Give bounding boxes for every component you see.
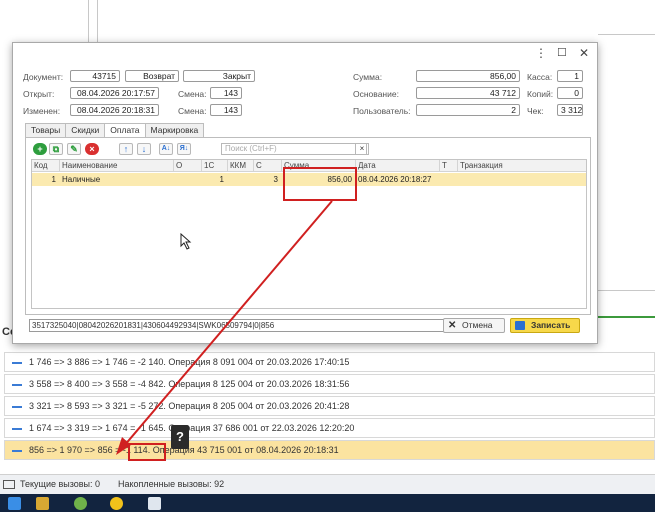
cell-date: 08.04.2026 20:18:27 bbox=[358, 175, 432, 184]
app-icon[interactable] bbox=[36, 497, 49, 510]
document-state-field[interactable]: Закрыт bbox=[183, 70, 255, 82]
tab-bar: Товары Скидки Оплата Маркировка bbox=[25, 123, 205, 138]
dash-icon bbox=[12, 362, 22, 364]
onec-app-icon[interactable] bbox=[110, 497, 123, 510]
search-input[interactable]: Поиск (Ctrl+F) bbox=[221, 143, 367, 155]
column-header[interactable]: Дата bbox=[356, 160, 440, 172]
cashbox-field[interactable]: 1 bbox=[557, 70, 583, 82]
changed-label: Изменен: bbox=[23, 106, 61, 116]
tab-goods[interactable]: Товары bbox=[25, 123, 67, 137]
delete-icon[interactable]: × bbox=[85, 143, 99, 155]
cell-name: Наличные bbox=[62, 175, 101, 184]
opened-shift-field[interactable]: 143 bbox=[210, 87, 242, 99]
tab-payment[interactable]: Оплата bbox=[104, 123, 146, 138]
dash-icon bbox=[12, 450, 22, 452]
background-divider bbox=[598, 290, 655, 291]
save-icon bbox=[515, 321, 525, 330]
background-divider bbox=[97, 0, 98, 42]
move-up-icon[interactable]: ↑ bbox=[119, 143, 133, 155]
call-row-selected[interactable]: 856 => 1 970 => 856 = -1 114. Операция 4… bbox=[4, 440, 655, 460]
cancel-button[interactable]: ✕ Отмена bbox=[443, 318, 505, 333]
save-button[interactable]: Записать bbox=[510, 318, 580, 333]
sort-asc-icon[interactable]: A↓ bbox=[159, 143, 173, 155]
monitor-icon bbox=[3, 480, 15, 489]
call-row[interactable]: 3 321 => 8 593 => 3 321 = -5 272. Операц… bbox=[4, 396, 655, 416]
close-icon[interactable]: ✕ bbox=[579, 47, 589, 59]
call-row[interactable]: 3 558 => 8 400 => 3 558 = -4 842. Операц… bbox=[4, 374, 655, 394]
cell-1c: 1 bbox=[219, 175, 224, 184]
call-row[interactable]: 1 674 => 3 319 => 1 674 = -1 645. Операц… bbox=[4, 418, 655, 438]
document-number-field[interactable]: 43715 bbox=[70, 70, 120, 82]
opened-label: Открыт: bbox=[23, 89, 55, 99]
settings-gear-icon[interactable] bbox=[74, 497, 87, 510]
cashbox-label: Касса: bbox=[527, 72, 553, 82]
cancel-icon: ✕ bbox=[448, 320, 457, 331]
shift-label: Смена: bbox=[178, 89, 207, 99]
document-label: Документ: bbox=[23, 72, 64, 82]
column-header[interactable]: 1С bbox=[202, 160, 228, 172]
annotation-box-diff bbox=[128, 443, 166, 461]
opened-field[interactable]: 08.04.2026 20:17:57 bbox=[70, 87, 159, 99]
dash-icon bbox=[12, 428, 22, 430]
sum-label: Сумма: bbox=[353, 72, 383, 82]
column-header[interactable]: ККМ bbox=[228, 160, 254, 172]
background-divider bbox=[598, 34, 655, 35]
call-row[interactable]: 1 746 => 3 886 => 1 746 = -2 140. Операц… bbox=[4, 352, 655, 372]
copy-icon[interactable]: ⧉ bbox=[49, 143, 63, 155]
dash-icon bbox=[12, 384, 22, 386]
column-header[interactable]: Наименование bbox=[60, 160, 174, 172]
sum-field[interactable]: 856,00 bbox=[416, 70, 520, 82]
changed-field[interactable]: 08.04.2026 20:18:31 bbox=[70, 104, 159, 116]
column-header[interactable]: Т bbox=[440, 160, 458, 172]
clear-search-icon[interactable]: × bbox=[355, 143, 369, 155]
save-label: Записать bbox=[531, 320, 571, 330]
shift-label: Смена: bbox=[178, 106, 207, 116]
mouse-cursor-icon bbox=[180, 233, 192, 250]
windows-start-icon[interactable] bbox=[8, 497, 21, 510]
changed-shift-field[interactable]: 143 bbox=[210, 104, 242, 116]
column-header[interactable]: О bbox=[174, 160, 202, 172]
copies-field[interactable]: 0 bbox=[557, 87, 583, 99]
accumulated-calls: Накопленные вызовы: 92 bbox=[118, 479, 225, 489]
column-header[interactable]: С bbox=[254, 160, 282, 172]
basis-field[interactable]: 43 712 bbox=[416, 87, 520, 99]
maximize-icon[interactable]: ☐ bbox=[557, 47, 567, 59]
column-header[interactable]: Транзакция bbox=[458, 160, 586, 172]
cancel-label: Отмена bbox=[462, 320, 493, 330]
window-icon[interactable] bbox=[148, 497, 161, 510]
document-type-field[interactable]: Возврат bbox=[125, 70, 179, 82]
current-calls: Текущие вызовы: 0 bbox=[20, 479, 101, 489]
check-field[interactable]: 3 312 bbox=[557, 104, 583, 116]
taskbar bbox=[0, 494, 655, 512]
column-header[interactable]: Код bbox=[32, 160, 60, 172]
sort-desc-icon[interactable]: Я↓ bbox=[177, 143, 191, 155]
fiscal-string-field[interactable]: 3517325040|08042026201831|430604492934|S… bbox=[29, 319, 453, 332]
cell-code: 1 bbox=[51, 175, 56, 184]
status-bar: Текущие вызовы: 0 Накопленные вызовы: 92 bbox=[0, 474, 655, 494]
add-icon[interactable]: + bbox=[33, 143, 47, 155]
user-field[interactable]: 2 bbox=[416, 104, 520, 116]
tab-marking[interactable]: Маркировка bbox=[144, 123, 205, 137]
annotation-box-sum bbox=[283, 167, 357, 201]
copies-label: Копий: bbox=[527, 89, 554, 99]
user-label: Пользователь: bbox=[353, 106, 411, 116]
edit-icon[interactable]: ✎ bbox=[67, 143, 81, 155]
move-down-icon[interactable]: ↓ bbox=[137, 143, 151, 155]
more-icon[interactable]: ⋮ bbox=[535, 47, 547, 59]
basis-label: Основание: bbox=[353, 89, 399, 99]
help-question-icon[interactable]: ? bbox=[171, 425, 189, 449]
check-label: Чек: bbox=[527, 106, 544, 116]
dash-icon bbox=[12, 406, 22, 408]
background-divider bbox=[88, 0, 89, 42]
cell-s: 3 bbox=[273, 175, 278, 184]
tab-discounts[interactable]: Скидки bbox=[65, 123, 106, 137]
